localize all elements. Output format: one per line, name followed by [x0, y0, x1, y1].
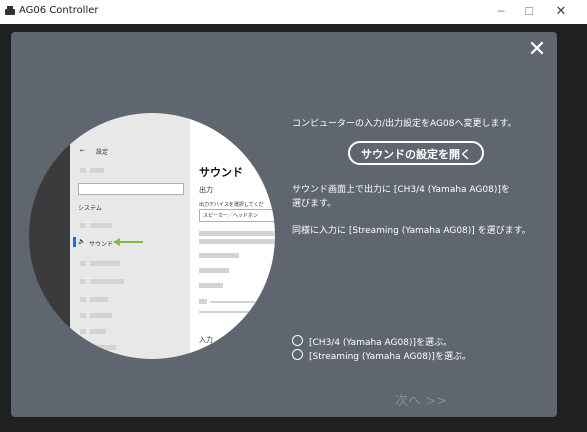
- output-instruction-line2: 選びます。: [292, 199, 337, 209]
- speaker-icon: 🔈: [78, 238, 86, 245]
- window-close-button[interactable]: ✕: [546, 2, 576, 22]
- next-button[interactable]: 次へ >>: [395, 390, 447, 409]
- selected-indicator: [73, 237, 76, 247]
- check-output-label[interactable]: [CH3/4 (Yamaha AG08)]を選ぶ。: [309, 335, 452, 348]
- green-arrow-icon: [113, 238, 120, 246]
- illustration-settings-title: 設定: [96, 149, 109, 156]
- settings-illustration: ← 設定 システム 🔈 サウンド サウンド 出力 出力デバイスを選択してくだ 入…: [29, 113, 275, 359]
- illustration-output-label: 出力: [199, 186, 213, 194]
- check-input-label[interactable]: [Streaming (Yamaha AG08)]を選ぶ。: [309, 349, 471, 362]
- illustration-sound-heading: サウンド: [199, 166, 243, 179]
- illustration-device-value: スピーカー／ヘッドホン: [203, 213, 259, 219]
- close-icon[interactable]: ✕: [526, 39, 548, 61]
- app-icon: [5, 6, 15, 15]
- illustration-sidebar: ← 設定 システム: [70, 113, 190, 359]
- setup-dialog: ✕ ← 設定 システム 🔈 サウンド サウンド 出力 出力デバイスを選択してくだ…: [11, 32, 557, 417]
- illustration-input-label: 入力: [199, 336, 213, 344]
- check-input-radio[interactable]: [292, 349, 303, 360]
- maximize-button[interactable]: ☐: [514, 2, 544, 22]
- illustration-select-device-label: 出力デバイスを選択してくだ: [199, 202, 264, 208]
- illustration-content: サウンド 出力 出力デバイスを選択してくだ 入力: [190, 113, 275, 359]
- description-text: コンピューターの入力/出力設定をAG08へ変更します。: [292, 119, 517, 129]
- check-output-radio[interactable]: [292, 335, 303, 346]
- open-sound-settings-button[interactable]: サウンドの設定を開く: [348, 141, 484, 165]
- illustration-search-box: [78, 183, 184, 195]
- minimize-button[interactable]: ─: [486, 2, 516, 22]
- input-instruction-text: 同様に入力に [Streaming (Yamaha AG08)] を選びます。: [292, 226, 531, 236]
- output-instruction-line1: サウンド画面上で出力に [CH3/4 (Yamaha AG08)]を: [292, 185, 510, 195]
- pointer-arrow-line: [119, 241, 143, 243]
- title-bar: AG06 Controller ─ ☐ ✕: [0, 0, 587, 24]
- back-arrow-icon: ←: [80, 147, 86, 154]
- illustration-sound-nav-label: サウンド: [89, 241, 114, 248]
- illustration-system-label: システム: [78, 205, 102, 212]
- window-title: AG06 Controller: [19, 5, 99, 16]
